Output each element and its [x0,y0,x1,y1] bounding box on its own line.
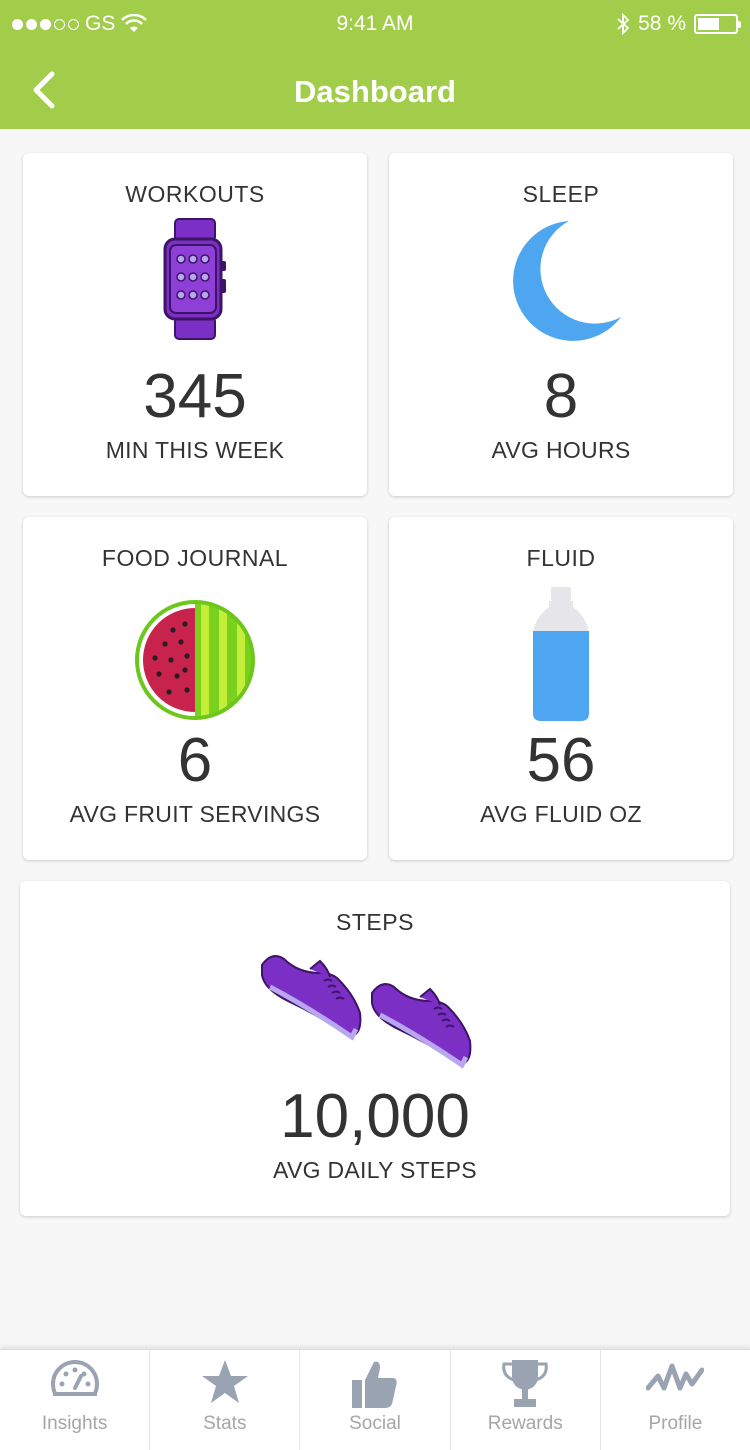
status-bar: GS 9:41 AM 58 % [0,10,750,40]
tab-insights[interactable]: Insights [0,1350,151,1450]
card-subtitle: AVG DAILY STEPS [273,1157,477,1183]
sleep-card[interactable]: SLEEP 8 AVG HOURS [389,153,733,496]
bluetooth-icon [617,13,630,35]
card-value: 345 [143,362,247,431]
activity-wave-icon [646,1363,705,1391]
card-label: FOOD JOURNAL [101,545,289,571]
battery-percent: 58 % [638,12,686,35]
card-subtitle: AVG FLUID OZ [480,801,642,827]
tab-label: Social [349,1413,401,1434]
card-label: FLUID [526,545,596,571]
tab-label: Rewards [487,1413,563,1434]
card-value: 6 [177,726,213,795]
tab-profile[interactable]: Profile [601,1350,750,1450]
sneakers-icon [261,955,472,1069]
card-label: SLEEP [522,181,600,207]
tab-label: Profile [648,1413,703,1434]
card-subtitle: AVG HOURS [491,437,631,463]
card-value: 10,000 [280,1082,470,1151]
speedometer-icon [50,1360,99,1402]
workouts-card[interactable]: WORKOUTS 345 MIN THIS WEEK [23,153,367,496]
header-bar: GS 9:41 AM 58 % Dashboard [0,0,750,129]
moon-icon [513,221,621,341]
smartwatch-icon [163,218,226,340]
trophy-icon [502,1360,548,1407]
card-label: WORKOUTS [125,181,265,207]
status-right: 58 % [616,12,741,36]
tab-label: Insights [41,1413,108,1434]
tab-stats[interactable]: Stats [150,1350,301,1450]
watermelon-icon [135,600,255,720]
tab-social[interactable]: Social [300,1350,451,1450]
tab-bar: Insights Stats Social Rewards Profile [0,1349,750,1450]
thumbs-up-icon [352,1361,397,1408]
star-icon [201,1360,248,1403]
fluid-card[interactable]: FLUID 56 AVG FLUID OZ [389,517,733,860]
tab-label: Stats [203,1413,247,1434]
card-label: STEPS [336,909,414,935]
steps-card[interactable]: STEPS 10,000 AVG DAILY STEPS [20,881,730,1216]
page-title: Dashboard [294,74,456,109]
card-subtitle: MIN THIS WEEK [105,437,285,463]
water-bottle-icon [533,587,589,721]
card-subtitle: AVG FRUIT SERVINGS [69,801,321,827]
food-journal-card[interactable]: FOOD JOURNAL 6 AVG FRUIT SERVINGS [23,517,367,860]
tab-rewards[interactable]: Rewards [451,1350,601,1450]
battery-icon [694,14,741,34]
card-value: 56 [526,726,596,795]
card-value: 8 [543,362,579,431]
